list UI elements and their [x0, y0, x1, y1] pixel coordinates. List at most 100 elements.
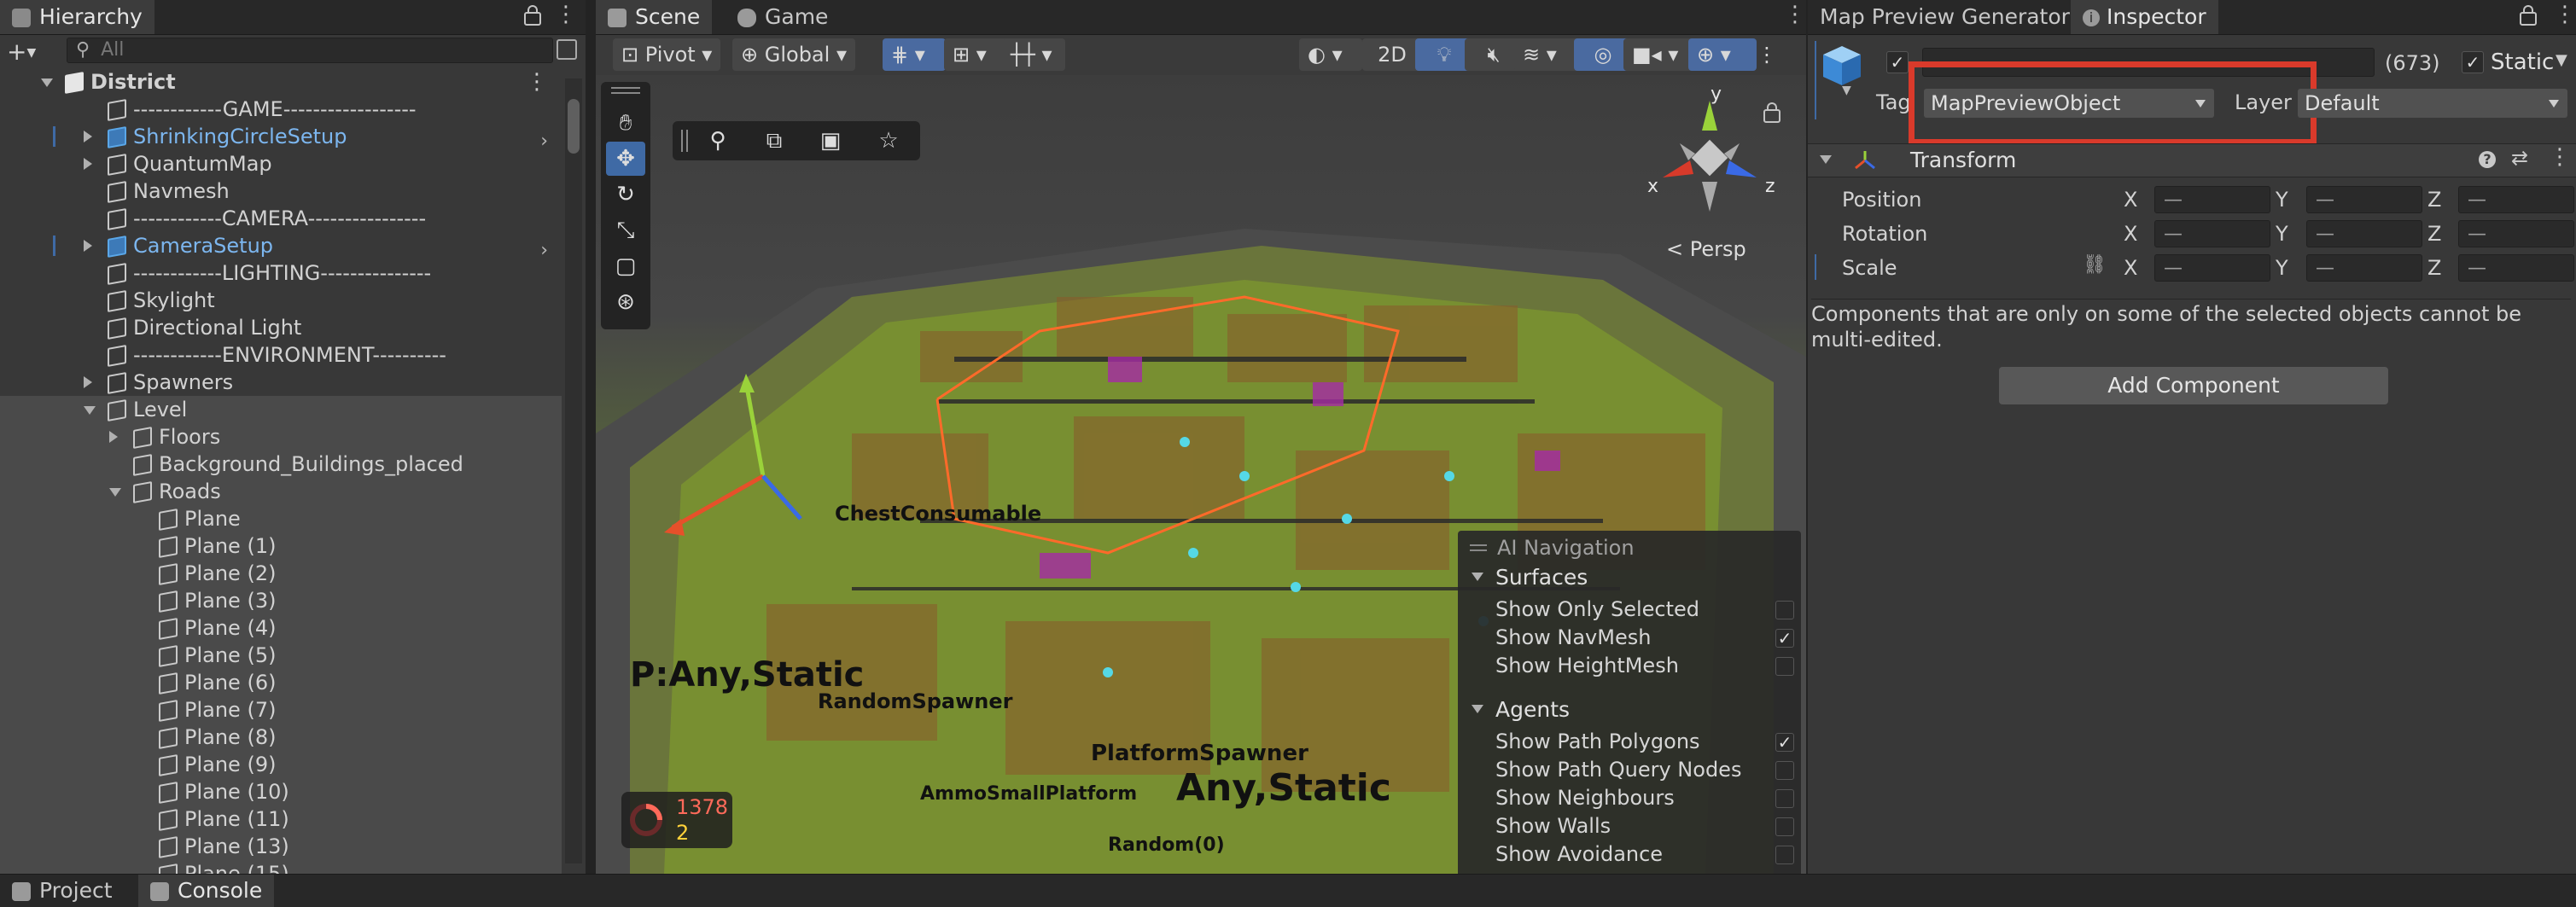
axis-label[interactable]: Z: [2427, 188, 2441, 212]
axis-label[interactable]: Y: [2276, 222, 2288, 246]
draw-mode-dropdown[interactable]: ◐ ▾: [1299, 38, 1362, 71]
axis-label[interactable]: X: [2124, 222, 2137, 246]
more-options-icon[interactable]: ⋮: [1784, 2, 1806, 27]
lock-icon[interactable]: [524, 5, 541, 26]
ai-option-checkbox[interactable]: [1775, 657, 1794, 676]
tree-item[interactable]: Plane (7): [0, 696, 562, 724]
more-options-icon[interactable]: ⋮: [555, 2, 577, 27]
vector-field[interactable]: —: [2154, 220, 2270, 247]
ai-section-heading[interactable]: Surfaces: [1471, 565, 1588, 590]
tab-map-preview-generator[interactable]: Map Preview Generator: [1808, 0, 2082, 34]
ai-option-checkbox[interactable]: [1775, 761, 1794, 780]
tree-item[interactable]: Plane (2): [0, 560, 562, 587]
vector-field[interactable]: —: [2306, 220, 2422, 247]
gizmo-lock-icon[interactable]: [1763, 102, 1780, 123]
expand-right-icon[interactable]: [84, 376, 92, 388]
expand-right-icon[interactable]: [84, 240, 92, 252]
hierarchy-scrollbar[interactable]: [565, 78, 582, 863]
component-menu-icon[interactable]: ⋮: [2549, 144, 2571, 170]
tree-item[interactable]: QuantumMap: [0, 150, 562, 177]
tree-item[interactable]: Plane (6): [0, 669, 562, 696]
expand-right-icon[interactable]: [84, 158, 92, 170]
tab-project[interactable]: Project: [0, 875, 125, 907]
tree-item[interactable]: Plane (10): [0, 778, 562, 805]
tree-item[interactable]: ------------LIGHTING---------------: [0, 259, 562, 287]
pivot-dropdown[interactable]: ⊡ Pivot ▾: [613, 38, 721, 71]
collapse-arrow-icon[interactable]: [1820, 155, 1832, 164]
rotate-tool-button[interactable]: ↻: [606, 177, 645, 212]
tree-item[interactable]: Plane (1): [0, 532, 562, 560]
splitter[interactable]: [586, 0, 596, 874]
vector-field[interactable]: —: [2458, 254, 2574, 282]
ai-option-checkbox[interactable]: [1775, 789, 1794, 808]
axis-label[interactable]: Y: [2276, 188, 2288, 212]
vector-field[interactable]: —: [2306, 254, 2422, 282]
tree-item[interactable]: Directional Light: [0, 314, 562, 341]
more-options-icon[interactable]: ⋮: [2554, 2, 2576, 27]
grid-snap-button[interactable]: ⋕ ▾: [883, 38, 946, 71]
axis-label[interactable]: Z: [2427, 256, 2441, 280]
persp-toggle[interactable]: < Persp: [1666, 237, 1746, 261]
vector-field[interactable]: —: [2306, 186, 2422, 213]
scene-viewport[interactable]: P:Any,Static PlatformSpawner ChestConsum…: [596, 75, 1806, 874]
tree-item[interactable]: Spawners: [0, 369, 562, 396]
mode-2d-button[interactable]: 2D: [1362, 38, 1422, 71]
presets-icon[interactable]: ⇄: [2511, 146, 2528, 170]
ai-option-checkbox[interactable]: ✓: [1775, 629, 1794, 648]
expand-down-icon[interactable]: [109, 488, 121, 497]
drag-handle-icon[interactable]: [681, 130, 688, 152]
favorite-button[interactable]: ☆: [869, 124, 908, 158]
tab-console[interactable]: Console: [138, 875, 275, 907]
tree-item[interactable]: ------------ENVIRONMENT----------: [0, 341, 562, 369]
move-tool-button[interactable]: ✥: [606, 142, 645, 176]
tree-item[interactable]: CameraSetup ›: [0, 232, 562, 261]
tree-item[interactable]: Plane (3): [0, 587, 562, 614]
static-dropdown-arrow[interactable]: ▼: [2556, 51, 2567, 69]
axis-label[interactable]: X: [2124, 188, 2137, 212]
transform-tool-button[interactable]: ⊛: [606, 285, 645, 319]
ai-option-checkbox[interactable]: [1775, 601, 1794, 619]
global-dropdown[interactable]: ⊕ Global ▾: [732, 38, 855, 71]
tree-item[interactable]: Roads: [0, 478, 562, 505]
layer-dropdown[interactable]: Default: [2298, 89, 2567, 118]
ai-option-checkbox[interactable]: ✓: [1775, 733, 1794, 752]
tree-item[interactable]: Plane (5): [0, 642, 562, 669]
active-checkbox[interactable]: ✓: [1886, 51, 1909, 73]
axis-label[interactable]: X: [2124, 256, 2137, 280]
constrain-proportions-icon[interactable]: ⛓︎: [2083, 254, 2107, 276]
tree-item[interactable]: Navmesh: [0, 177, 562, 205]
vector-field[interactable]: —: [2458, 220, 2574, 247]
tree-item[interactable]: ------------GAME------------------: [0, 96, 562, 123]
ai-option-checkbox[interactable]: [1775, 846, 1794, 864]
grid-visibility-button[interactable]: ⊞ ▾: [944, 38, 1007, 71]
search-camera-button[interactable]: ⚲: [698, 124, 737, 158]
axis-label[interactable]: Z: [2427, 222, 2441, 246]
tab-game[interactable]: Game: [726, 0, 840, 34]
tree-item[interactable]: ShrinkingCircleSetup ›: [0, 123, 562, 152]
tree-item[interactable]: District ⋮: [0, 68, 562, 96]
tree-item[interactable]: Plane (11): [0, 805, 562, 833]
scene-menu-icon[interactable]: ⋮: [526, 68, 548, 96]
increment-snap-button[interactable]: ┼┼ ▾: [1002, 38, 1065, 71]
tab-inspector[interactable]: i Inspector: [2071, 0, 2218, 34]
expand-right-icon[interactable]: [109, 431, 118, 443]
effects-dropdown[interactable]: ≋ ▾: [1514, 38, 1582, 71]
search-options-icon[interactable]: [557, 39, 577, 60]
add-component-button[interactable]: Add Component: [1999, 367, 2388, 404]
rect-tool-button[interactable]: ▢: [606, 249, 645, 283]
tab-scene[interactable]: Scene: [596, 0, 713, 34]
splitter[interactable]: [1806, 0, 1808, 874]
scale-tool-button[interactable]: ⤡: [606, 213, 645, 247]
hand-tool-button[interactable]: ✋︎: [606, 106, 645, 140]
ai-option-checkbox[interactable]: [1775, 817, 1794, 836]
tree-item[interactable]: Plane: [0, 505, 562, 532]
vector-field[interactable]: —: [2154, 254, 2270, 282]
drag-handle-icon[interactable]: [611, 87, 640, 94]
video-camera-button[interactable]: ▣: [811, 124, 850, 158]
tree-item[interactable]: Plane (9): [0, 751, 562, 778]
scrollbar-thumb[interactable]: [568, 99, 580, 154]
tree-item[interactable]: Plane (4): [0, 614, 562, 642]
tree-item[interactable]: Background_Buildings_placed: [0, 451, 562, 478]
tree-item[interactable]: Floors: [0, 423, 562, 451]
icon-dropdown-arrow[interactable]: ▼: [1842, 84, 1851, 97]
